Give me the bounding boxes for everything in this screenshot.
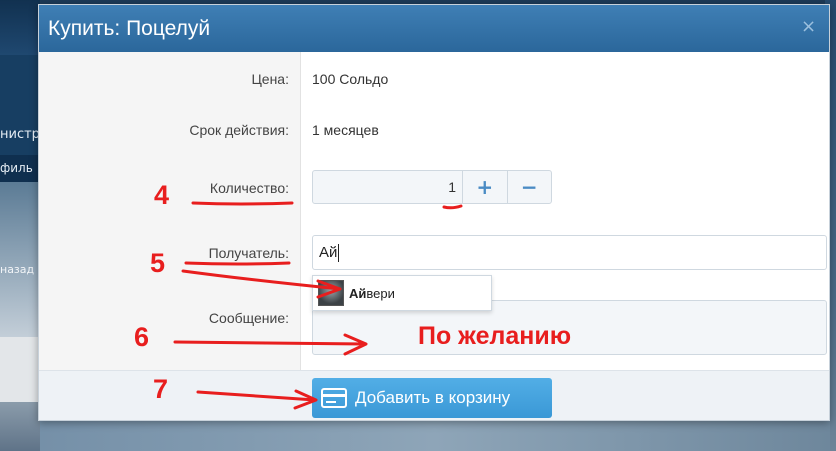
bg-footer-band — [0, 402, 40, 451]
recipient-input-text: Ай — [319, 244, 338, 261]
bg-menu-text: нистр — [0, 127, 40, 142]
recipient-input[interactable]: Ай — [312, 235, 827, 270]
purchase-modal: Купить: Поцелуй × Цена: 100 Сольдо Срок … — [38, 4, 830, 421]
quantity-input[interactable] — [313, 171, 462, 203]
quantity-stepper: + − — [312, 170, 552, 204]
quantity-increase-button[interactable]: + — [462, 171, 507, 203]
price-label: Цена: — [251, 71, 289, 87]
annotation-number-6: 6 — [134, 322, 150, 352]
message-label: Сообщение: — [208, 310, 289, 326]
modal-header: Купить: Поцелуй × — [39, 5, 829, 52]
annotation-number-7: 7 — [153, 374, 169, 404]
suggestion-match: Ай — [349, 285, 367, 301]
suggestion-username: Айвери — [349, 286, 395, 301]
price-value: 100 Сольдо — [312, 71, 389, 87]
suggestion-rest: вери — [366, 285, 395, 301]
quantity-label: Количество: — [209, 180, 289, 196]
add-to-cart-button[interactable]: Добавить в корзину — [312, 378, 552, 418]
credit-card-icon — [321, 388, 347, 408]
annotation-number-4: 4 — [154, 180, 170, 210]
annotation-number-5: 5 — [150, 248, 166, 278]
recipient-suggestion-item[interactable]: Айвери — [312, 275, 492, 311]
bg-bottom-strip — [40, 420, 830, 451]
bg-profile-link[interactable]: филь — [0, 161, 33, 175]
duration-value: 1 месяцев — [312, 122, 379, 138]
bg-header-band — [0, 0, 40, 55]
quantity-decrease-button[interactable]: − — [506, 171, 552, 203]
bg-sky-band — [0, 182, 40, 337]
bg-back-link[interactable]: назад — [0, 263, 34, 276]
recipient-label: Получатель: — [208, 245, 289, 261]
add-to-cart-label: Добавить в корзину — [355, 388, 511, 407]
avatar — [318, 280, 344, 306]
modal-title: Купить: Поцелуй — [48, 16, 211, 40]
text-caret — [338, 244, 340, 263]
duration-label: Срок действия: — [189, 122, 289, 138]
close-icon[interactable]: × — [801, 18, 817, 36]
annotation-optional-text: По желанию — [418, 322, 572, 350]
bg-content-band — [0, 337, 40, 402]
